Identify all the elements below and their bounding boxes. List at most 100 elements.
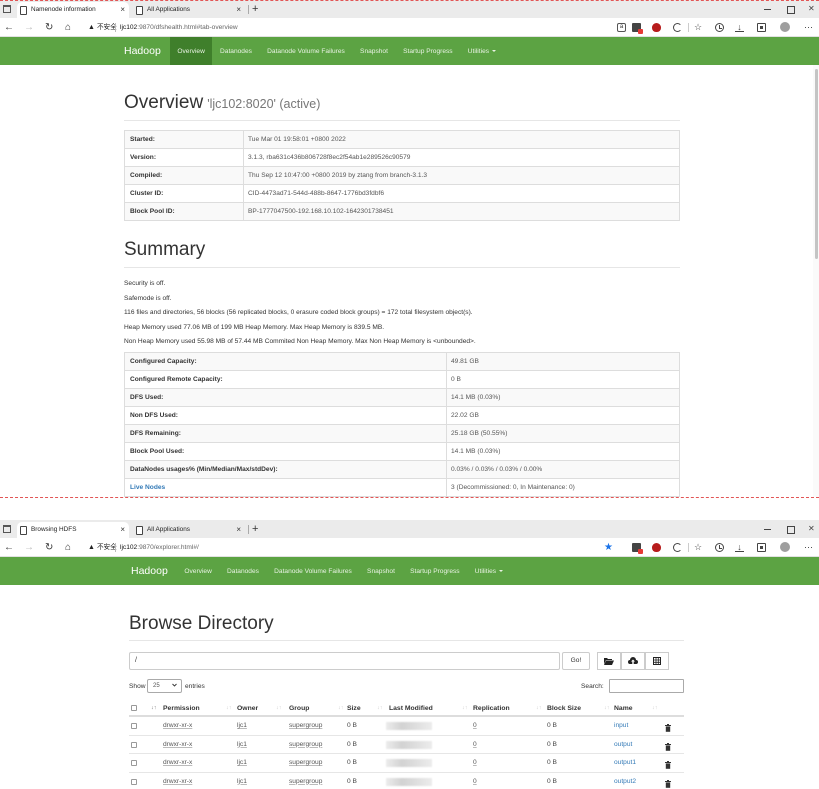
row-checkbox[interactable] xyxy=(131,741,137,748)
sort-icon[interactable] xyxy=(276,700,282,717)
cut-paste-button[interactable] xyxy=(645,652,669,670)
column-header-name[interactable]: Name xyxy=(614,700,633,717)
search-input[interactable] xyxy=(609,679,684,693)
delete-icon[interactable] xyxy=(665,759,671,769)
back-icon[interactable]: ← xyxy=(4,18,14,37)
favorites-icon[interactable]: ☆ xyxy=(694,543,703,552)
sort-icon[interactable] xyxy=(604,700,610,717)
history-icon[interactable] xyxy=(715,23,724,32)
nav-datanode-volume-failures[interactable]: Datanode Volume Failures xyxy=(267,557,360,585)
reload-icon[interactable]: ↻ xyxy=(45,538,53,557)
extension-g-icon[interactable] xyxy=(673,543,682,552)
upload-button[interactable] xyxy=(621,652,645,670)
go-button[interactable]: Go! xyxy=(562,652,590,670)
web-capture-icon[interactable] xyxy=(757,23,766,32)
sort-icon[interactable] xyxy=(462,700,468,717)
close-tab-icon[interactable]: × xyxy=(236,522,241,538)
forward-icon[interactable]: → xyxy=(24,538,34,557)
sort-icon[interactable] xyxy=(338,700,344,717)
delete-icon[interactable] xyxy=(665,741,671,751)
permission-cell[interactable]: drwxr-xr-x xyxy=(163,754,192,772)
nav-datanodes[interactable]: Datanodes xyxy=(212,37,259,65)
window-menu-icon[interactable] xyxy=(3,5,11,13)
close-tab-icon[interactable]: × xyxy=(236,2,241,18)
scrollbar-thumb[interactable] xyxy=(815,69,818,259)
name-cell[interactable]: output2 xyxy=(614,773,636,789)
directory-path-input[interactable]: / xyxy=(129,652,560,670)
web-capture-icon[interactable] xyxy=(757,543,766,552)
extension-icon[interactable] xyxy=(632,23,643,34)
new-tab-icon[interactable]: + xyxy=(252,520,258,538)
security-warning[interactable]: ▲ 不安全 xyxy=(88,538,117,557)
replication-cell[interactable]: 0 xyxy=(473,717,477,735)
sort-icon[interactable] xyxy=(652,700,658,717)
tab-namenode-information[interactable]: Namenode information × xyxy=(17,2,129,18)
forward-icon[interactable]: → xyxy=(24,18,34,37)
more-icon[interactable]: ⋯ xyxy=(804,23,813,32)
create-directory-button[interactable] xyxy=(597,652,621,670)
translate-icon[interactable]: a xyxy=(617,23,626,32)
back-icon[interactable]: ← xyxy=(4,538,14,557)
hadoop-brand[interactable]: Hadoop xyxy=(124,45,161,57)
row-checkbox[interactable] xyxy=(131,760,137,766)
profile-avatar[interactable] xyxy=(780,22,790,32)
sort-icon[interactable] xyxy=(377,700,383,717)
sort-icon[interactable] xyxy=(536,700,542,717)
home-icon[interactable]: ⌂ xyxy=(65,18,71,37)
tab-all-applications[interactable]: All Applications × xyxy=(133,522,245,538)
row-checkbox[interactable] xyxy=(131,723,137,729)
column-header-replication[interactable]: Replication xyxy=(473,700,510,717)
live-nodes-link[interactable]: Live Nodes xyxy=(130,479,165,496)
profile-avatar[interactable] xyxy=(780,542,790,552)
extension-g-icon[interactable] xyxy=(673,23,682,32)
scrollbar[interactable] xyxy=(813,65,819,497)
replication-cell[interactable]: 0 xyxy=(473,736,477,754)
row-checkbox[interactable] xyxy=(131,778,137,785)
window-menu-icon[interactable] xyxy=(3,525,11,533)
delete-icon[interactable] xyxy=(665,722,671,732)
new-tab-icon[interactable]: + xyxy=(252,0,258,18)
close-window-icon[interactable]: ✕ xyxy=(808,0,815,18)
group-cell[interactable]: supergroup xyxy=(289,754,322,772)
permission-cell[interactable]: drwxr-xr-x xyxy=(163,736,192,754)
owner-cell[interactable]: ljc1 xyxy=(237,754,247,772)
downloads-icon[interactable]: ↓ xyxy=(735,23,744,32)
owner-cell[interactable]: ljc1 xyxy=(237,773,247,789)
delete-icon[interactable] xyxy=(665,778,671,788)
select-all-checkbox[interactable] xyxy=(131,705,137,711)
replication-cell[interactable]: 0 xyxy=(473,773,477,789)
permission-cell[interactable]: drwxr-xr-x xyxy=(163,717,192,735)
favorite-star-icon[interactable]: ★ xyxy=(604,543,613,553)
favorites-icon[interactable]: ☆ xyxy=(694,23,703,32)
nav-datanode-volume-failures[interactable]: Datanode Volume Failures xyxy=(260,37,353,65)
nav-overview[interactable]: Overview xyxy=(169,37,213,65)
permission-cell[interactable]: drwxr-xr-x xyxy=(163,773,192,789)
close-tab-icon[interactable]: × xyxy=(120,2,125,18)
url-field[interactable]: ljc102:9870/dfshealth.html#tab-overview xyxy=(120,18,238,37)
nav-overview[interactable]: Overview xyxy=(177,557,220,585)
nav-snapshot[interactable]: Snapshot xyxy=(352,37,395,65)
security-warning[interactable]: ▲ 不安全 xyxy=(88,18,117,37)
extension-icon[interactable] xyxy=(632,543,643,554)
shield-extension-icon[interactable] xyxy=(652,543,661,552)
column-header-owner[interactable]: Owner xyxy=(237,700,258,717)
sort-icon[interactable] xyxy=(226,700,232,717)
reload-icon[interactable]: ↻ xyxy=(45,18,53,37)
nav-utilities[interactable]: Utilities xyxy=(460,37,503,65)
home-icon[interactable]: ⌂ xyxy=(65,538,71,557)
nav-snapshot[interactable]: Snapshot xyxy=(359,557,402,585)
close-window-icon[interactable]: ✕ xyxy=(808,520,815,538)
nav-datanodes[interactable]: Datanodes xyxy=(219,557,266,585)
owner-cell[interactable]: ljc1 xyxy=(237,717,247,735)
hadoop-brand[interactable]: Hadoop xyxy=(131,565,168,577)
replication-cell[interactable]: 0 xyxy=(473,754,477,772)
column-header-permission[interactable]: Permission xyxy=(163,700,200,717)
more-icon[interactable]: ⋯ xyxy=(804,543,813,552)
owner-cell[interactable]: ljc1 xyxy=(237,736,247,754)
column-header-group[interactable]: Group xyxy=(289,700,309,717)
history-icon[interactable] xyxy=(715,543,724,552)
name-cell[interactable]: output1 xyxy=(614,754,636,772)
nav-startup-progress[interactable]: Startup Progress xyxy=(403,557,468,585)
column-header-block-size[interactable]: Block Size xyxy=(547,700,581,717)
url-field[interactable]: ljc102:9870/explorer.html#/ xyxy=(120,538,199,557)
